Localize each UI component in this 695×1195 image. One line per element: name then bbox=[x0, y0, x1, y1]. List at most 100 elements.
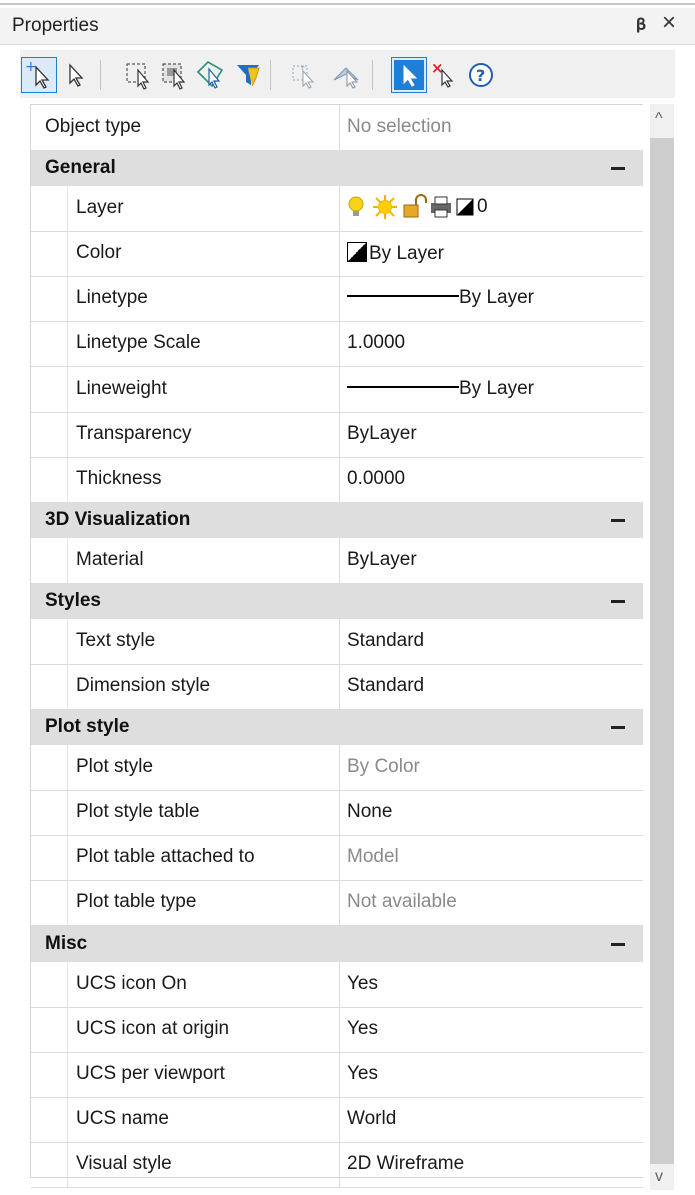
pick-point-button[interactable] bbox=[330, 58, 364, 92]
property-row-transparency[interactable]: Transparency ByLayer bbox=[31, 411, 643, 458]
property-row-color[interactable]: Color By Layer bbox=[31, 231, 643, 278]
indent-divider bbox=[67, 1006, 68, 1052]
property-value[interactable]: 2D Wireframe bbox=[347, 1153, 464, 1175]
property-row-ucs-per-viewport[interactable]: UCS per viewport Yes bbox=[31, 1051, 643, 1098]
category-general[interactable]: General bbox=[31, 150, 643, 187]
panel-top-border bbox=[0, 3, 695, 5]
pin-icon[interactable]: 𝛃 bbox=[636, 15, 646, 35]
property-value[interactable]: World bbox=[347, 1108, 396, 1130]
property-value[interactable]: Not available bbox=[347, 891, 457, 913]
select-similar-icon: ↑ bbox=[292, 65, 315, 89]
toolbar-separator bbox=[270, 60, 271, 90]
category-misc[interactable]: Misc bbox=[31, 925, 643, 962]
property-label: Linetype bbox=[76, 287, 148, 309]
category-styles[interactable]: Styles bbox=[31, 582, 643, 619]
property-row-layer[interactable]: Layer 0 bbox=[31, 186, 643, 233]
quick-select-button[interactable] bbox=[232, 58, 266, 92]
column-divider bbox=[339, 105, 340, 151]
property-row-ucs-icon-on[interactable]: UCS icon On Yes bbox=[31, 961, 643, 1008]
category-label: Plot style bbox=[45, 716, 130, 738]
property-value[interactable]: By Color bbox=[347, 756, 420, 778]
property-grid: Object type No selection General Layer 0 Colo… bbox=[30, 104, 643, 1188]
property-value[interactable]: Standard bbox=[347, 675, 424, 697]
indent-divider bbox=[67, 618, 68, 664]
property-row-material[interactable]: Material ByLayer bbox=[31, 537, 643, 584]
vertical-scrollbar[interactable]: ^ v bbox=[650, 104, 674, 1190]
property-row-ucs-name[interactable]: UCS name World bbox=[31, 1096, 643, 1143]
column-divider bbox=[339, 618, 340, 664]
collapse-icon[interactable] bbox=[611, 599, 625, 603]
property-label: Thickness bbox=[76, 467, 162, 489]
collapse-icon[interactable] bbox=[611, 726, 625, 730]
select-similar-button[interactable]: ↑ bbox=[288, 58, 322, 92]
select-objects-button[interactable] bbox=[58, 58, 92, 92]
property-value[interactable]: By Layer bbox=[347, 287, 534, 309]
property-label: Plot table attached to bbox=[76, 846, 255, 868]
property-row-plot-style-table[interactable]: Plot style table None bbox=[31, 790, 643, 837]
property-value[interactable]: Model bbox=[347, 846, 399, 868]
color-value-text: By Layer bbox=[369, 243, 444, 265]
indent-divider bbox=[67, 880, 68, 926]
property-label: Plot style table bbox=[76, 801, 200, 823]
property-row-thickness[interactable]: Thickness 0.0000 bbox=[31, 456, 643, 503]
toggle-pickadd-button[interactable]: + bbox=[21, 57, 57, 93]
column-divider bbox=[339, 1051, 340, 1097]
crossing-select-button[interactable] bbox=[158, 58, 192, 92]
property-label: Text style bbox=[76, 629, 156, 651]
help-button[interactable]: ? bbox=[464, 58, 498, 92]
property-row-plot-table-type[interactable]: Plot table type Not available bbox=[31, 880, 643, 927]
object-type-row[interactable]: Object type No selection bbox=[31, 105, 643, 152]
property-row-plot-style[interactable]: Plot style By Color bbox=[31, 745, 643, 792]
collapse-icon[interactable] bbox=[611, 942, 625, 946]
select-mode-button[interactable] bbox=[391, 57, 427, 93]
close-icon[interactable]: × bbox=[662, 11, 676, 35]
window-select-button[interactable] bbox=[122, 58, 156, 92]
layer-state-icons bbox=[348, 194, 474, 220]
property-row-linetype-scale[interactable]: Linetype Scale 1.0000 bbox=[31, 321, 643, 368]
property-value[interactable]: By Layer bbox=[347, 242, 444, 265]
property-row-plot-table-attached-to[interactable]: Plot table attached to Model bbox=[31, 835, 643, 882]
category-plot-style[interactable]: Plot style bbox=[31, 709, 643, 746]
property-value[interactable]: Yes bbox=[347, 1018, 378, 1040]
property-value[interactable]: Standard bbox=[347, 630, 424, 652]
property-value[interactable]: None bbox=[347, 801, 392, 823]
properties-toolbar: + ↑ ×? bbox=[20, 50, 675, 98]
collapse-icon[interactable] bbox=[611, 167, 625, 171]
property-value[interactable]: Yes bbox=[347, 1063, 378, 1085]
category-label: 3D Visualization bbox=[45, 508, 191, 530]
polygon-select-button[interactable] bbox=[194, 58, 228, 92]
indent-divider bbox=[67, 411, 68, 457]
property-row-visual-style[interactable]: Visual style 2D Wireframe bbox=[31, 1141, 643, 1188]
panel-titlebar[interactable]: Properties 𝛃 × bbox=[0, 8, 695, 45]
color-swatch bbox=[347, 242, 367, 263]
property-row-dimension-style[interactable]: Dimension style Standard bbox=[31, 664, 643, 711]
object-type-value: No selection bbox=[347, 116, 452, 137]
property-value[interactable]: By Layer bbox=[347, 378, 534, 400]
property-row-text-style[interactable]: Text style Standard bbox=[31, 618, 643, 665]
column-divider bbox=[339, 366, 340, 412]
column-divider bbox=[339, 880, 340, 926]
scrollbar-thumb[interactable] bbox=[650, 138, 674, 1164]
property-row-lineweight[interactable]: Lineweight By Layer bbox=[31, 366, 643, 413]
collapse-icon[interactable] bbox=[611, 518, 625, 522]
property-value[interactable]: ByLayer bbox=[347, 423, 417, 445]
property-value[interactable]: Yes bbox=[347, 973, 378, 995]
indent-divider bbox=[67, 664, 68, 710]
chevron-up-icon[interactable]: ^ bbox=[655, 110, 663, 128]
property-value[interactable]: 0.0000 bbox=[347, 468, 405, 490]
deselect-button[interactable]: × bbox=[428, 58, 462, 92]
quick-select-filter-icon bbox=[237, 65, 260, 87]
toolbar-separator bbox=[372, 60, 373, 90]
column-divider bbox=[339, 745, 340, 791]
property-row-linetype[interactable]: Linetype By Layer bbox=[31, 276, 643, 323]
chevron-down-icon[interactable]: v bbox=[655, 1168, 663, 1186]
category-label: Styles bbox=[45, 589, 101, 611]
indent-divider bbox=[67, 790, 68, 836]
property-value[interactable]: 0 bbox=[347, 194, 488, 220]
property-label: UCS per viewport bbox=[76, 1062, 225, 1084]
column-divider bbox=[339, 1096, 340, 1142]
property-value[interactable]: 1.0000 bbox=[347, 332, 405, 354]
property-value[interactable]: ByLayer bbox=[347, 549, 417, 571]
property-row-ucs-icon-at-origin[interactable]: UCS icon at origin Yes bbox=[31, 1006, 643, 1053]
category-3d-visualization[interactable]: 3D Visualization bbox=[31, 501, 643, 538]
